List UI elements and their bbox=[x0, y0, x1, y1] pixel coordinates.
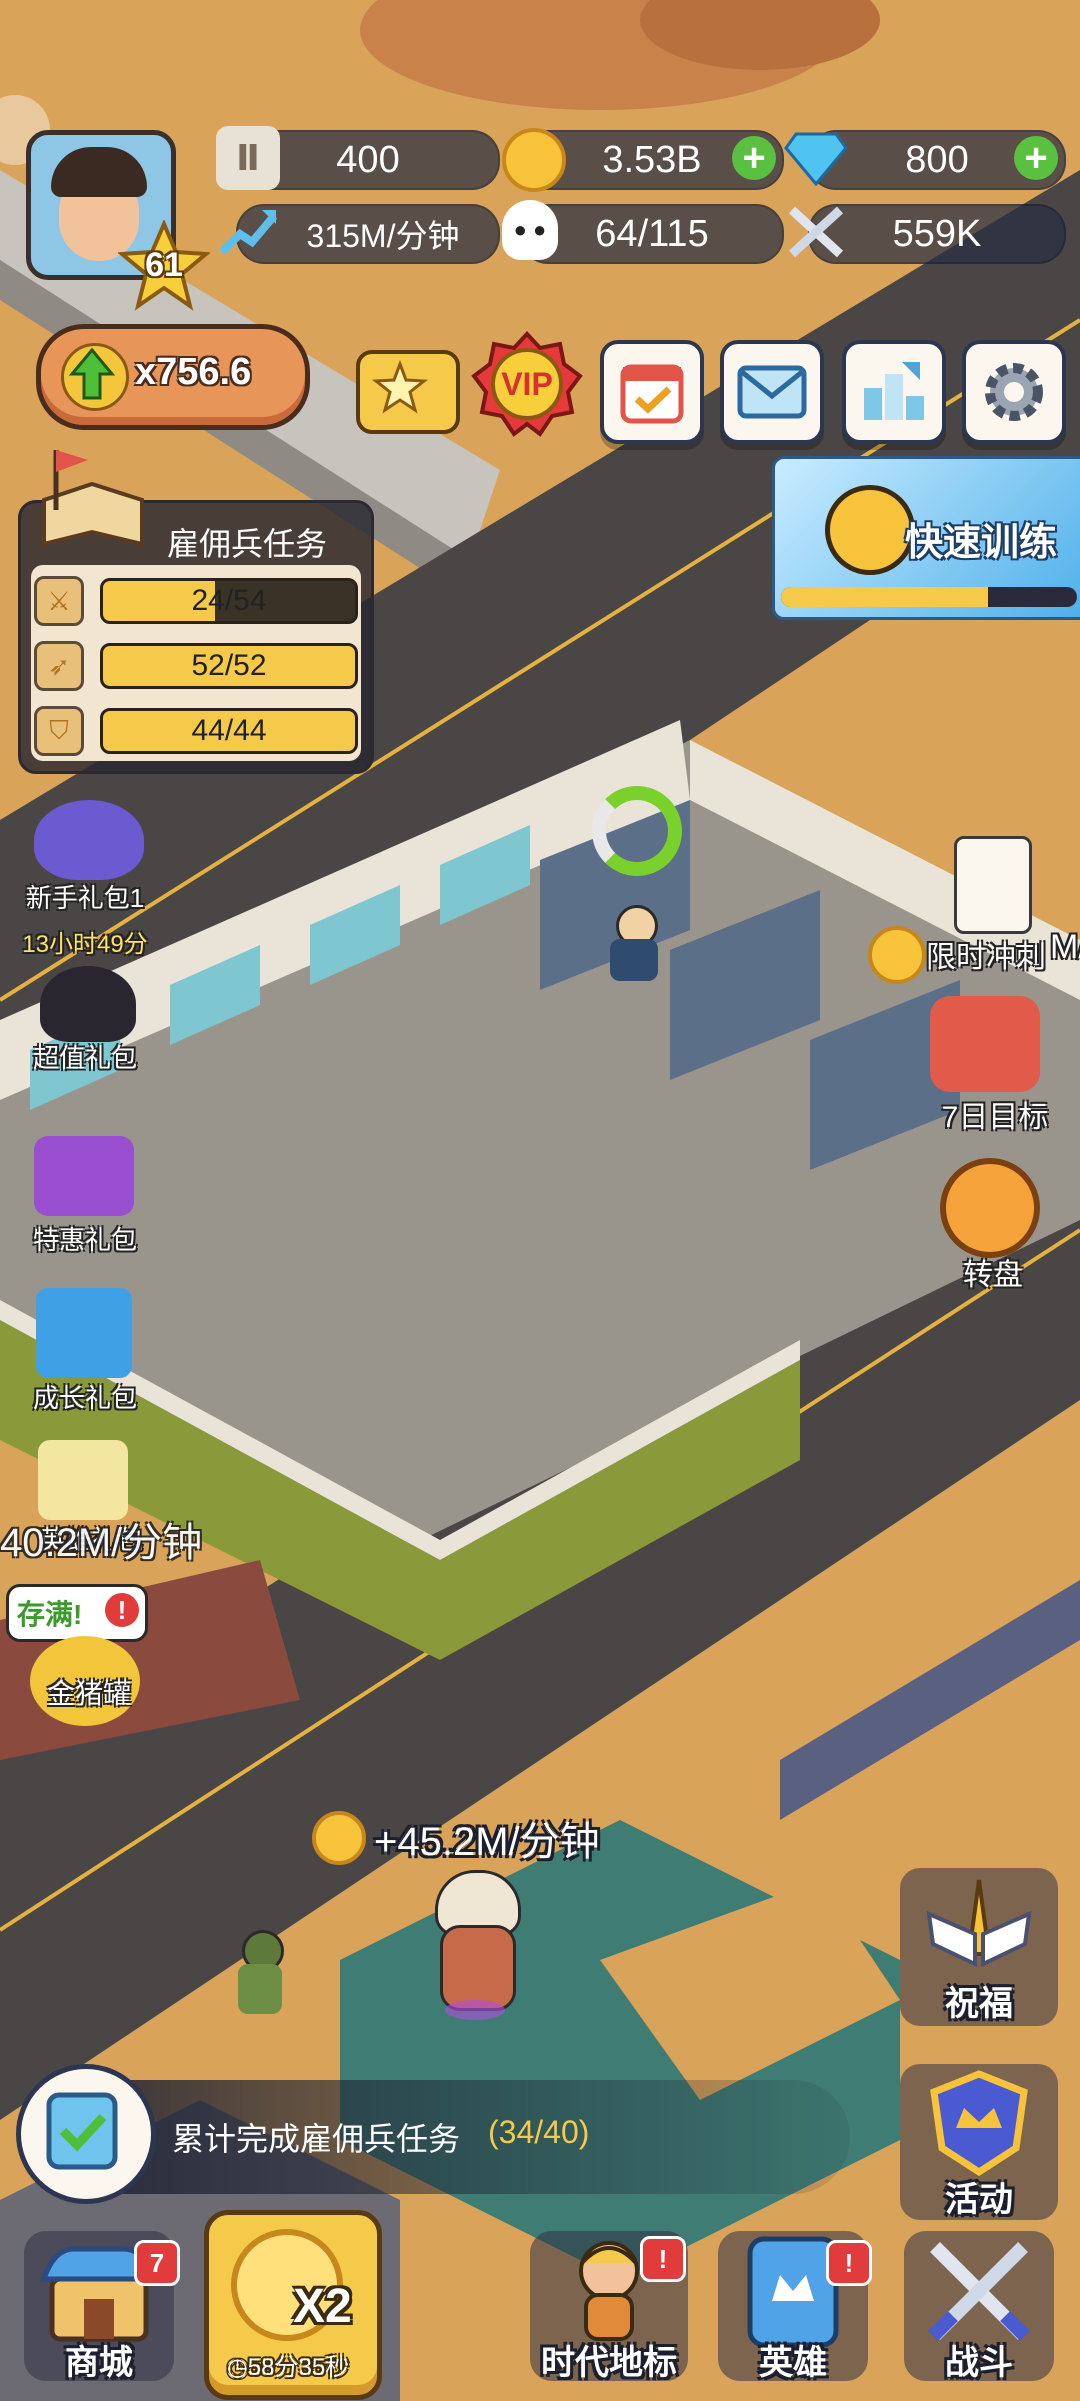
training-progress-fill bbox=[781, 587, 989, 607]
income-overlay-text: 40.2M/分钟 bbox=[0, 1521, 203, 1565]
tasks-title: 雇佣兵任务 bbox=[167, 526, 328, 562]
task-row[interactable]: ➶ 52/52 bbox=[34, 637, 358, 691]
winged-sword-icon bbox=[926, 1879, 1032, 1968]
wizard-pack-icon[interactable] bbox=[34, 800, 144, 880]
newbie-pack-label[interactable]: 新手礼包1 bbox=[10, 878, 160, 915]
clock-icon: ◷ bbox=[226, 2354, 248, 2381]
battle-button[interactable]: 战斗 bbox=[904, 2231, 1054, 2382]
shield-icon: ⛉ bbox=[34, 706, 84, 756]
librarian-character[interactable] bbox=[604, 905, 664, 985]
treasure-chest-icon[interactable] bbox=[34, 1136, 134, 1216]
add-gold-button[interactable]: + bbox=[732, 136, 776, 180]
boost-multiplier-button[interactable]: x756.6 bbox=[36, 324, 310, 430]
blessing-button[interactable]: 祝福 bbox=[900, 1868, 1058, 2026]
diamond-icon bbox=[784, 126, 848, 190]
training-progress-bar bbox=[781, 587, 1077, 607]
gift-box-icon[interactable] bbox=[36, 1288, 132, 1378]
stopwatch-icon bbox=[825, 485, 915, 575]
soldier-character[interactable] bbox=[232, 1930, 288, 2020]
clipboard-coins-icon[interactable] bbox=[954, 836, 1032, 934]
mail-button[interactable] bbox=[720, 340, 824, 444]
task-progress-bar: 44/44 bbox=[100, 708, 358, 754]
calendar-check-icon bbox=[620, 364, 684, 424]
alert-icon: ! bbox=[105, 1593, 139, 1627]
population-counter: 64/115 bbox=[520, 204, 784, 264]
wheel-label[interactable]: 转盘 bbox=[930, 1250, 1056, 1294]
trend-up-icon bbox=[216, 200, 280, 264]
mail-envelope-icon bbox=[737, 365, 807, 419]
stone-pillar-icon: Ⅱ bbox=[216, 126, 280, 190]
gold-coin-icon bbox=[312, 1811, 366, 1865]
hero-gift-box-icon[interactable] bbox=[38, 1440, 128, 1520]
boost-timer: ◷58分35秒 bbox=[226, 2354, 350, 2381]
piggy-bank-label[interactable]: 金猪罐 bbox=[14, 1672, 164, 1712]
gold-coin-small-icon bbox=[868, 926, 926, 984]
task-banner[interactable]: 累计完成雇佣兵任务 (34/40) bbox=[90, 2080, 850, 2194]
crown-shield-icon bbox=[930, 2070, 1028, 2177]
task-row[interactable]: ⛉ 44/44 bbox=[34, 702, 358, 756]
battle-pass-button[interactable] bbox=[356, 350, 460, 434]
task-progress-bar: 24/54 bbox=[100, 578, 358, 624]
seven-day-goal-label[interactable]: 7日目标 bbox=[930, 1092, 1060, 1136]
add-gems-button[interactable]: + bbox=[1014, 136, 1058, 180]
special-pack-label[interactable]: 特惠礼包 bbox=[10, 1220, 160, 1257]
skull-icon: ● ● bbox=[502, 200, 558, 260]
settings-button[interactable] bbox=[962, 340, 1066, 444]
piggy-status-bubble: 存满! ! bbox=[6, 1584, 148, 1642]
player-level: 61 bbox=[145, 246, 183, 284]
arrow-up-coin-icon bbox=[61, 343, 129, 411]
dark-hood-pack-icon[interactable] bbox=[40, 966, 136, 1042]
newbie-pack-timer: 13小时49分 bbox=[22, 931, 148, 958]
daily-checkin-button[interactable] bbox=[600, 340, 704, 444]
gold-coin-icon bbox=[502, 128, 566, 192]
leaderboard-icon bbox=[864, 362, 924, 420]
task-checklist-button[interactable] bbox=[16, 2064, 156, 2204]
gift-pot-icon[interactable] bbox=[930, 996, 1040, 1092]
growth-pack-label[interactable]: 成长礼包 bbox=[10, 1378, 160, 1415]
income-popup: +45.2M/分钟 bbox=[312, 1808, 600, 1868]
level-star-badge: 61 bbox=[116, 218, 212, 312]
lucky-wheel-icon[interactable] bbox=[940, 1158, 1040, 1258]
vip-button[interactable]: VIP bbox=[468, 330, 586, 440]
double-income-button[interactable]: X2 ◷58分35秒 bbox=[204, 2210, 382, 2400]
quick-training-card[interactable]: 快速训练 bbox=[772, 456, 1080, 620]
activity-button[interactable]: 活动 bbox=[900, 2064, 1058, 2220]
progress-ring-icon bbox=[592, 786, 682, 876]
checklist-icon bbox=[46, 2092, 118, 2170]
sword-icon: ⚔ bbox=[34, 576, 84, 626]
crossed-swords-icon bbox=[784, 200, 848, 264]
task-progress-text: 52/52 bbox=[191, 649, 267, 682]
landmark-alert-badge: ! bbox=[640, 2236, 686, 2282]
shop-notification-badge: 7 bbox=[134, 2240, 180, 2286]
value-pack-label[interactable]: 超值礼包 bbox=[10, 1038, 160, 1075]
task-row[interactable]: ⚔ 24/54 bbox=[34, 572, 358, 626]
heroes-alert-badge: ! bbox=[826, 2240, 872, 2286]
limited-sprint-suffix: M/ bbox=[1050, 928, 1080, 966]
tribal-hero-character[interactable] bbox=[420, 1870, 530, 2020]
crossed-swords-icon bbox=[928, 2242, 1030, 2341]
task-progress-text: 44/44 bbox=[191, 714, 267, 747]
limited-sprint-label[interactable]: 限时冲刺 bbox=[926, 932, 1046, 976]
gear-icon bbox=[985, 363, 1043, 421]
ranking-button[interactable] bbox=[842, 340, 946, 444]
map-flag-icon bbox=[38, 440, 148, 550]
task-progress-bar: 52/52 bbox=[100, 643, 358, 689]
star-ticket-icon bbox=[371, 359, 429, 414]
bow-icon: ➶ bbox=[34, 641, 84, 691]
task-progress-text: 24/54 bbox=[191, 584, 267, 617]
